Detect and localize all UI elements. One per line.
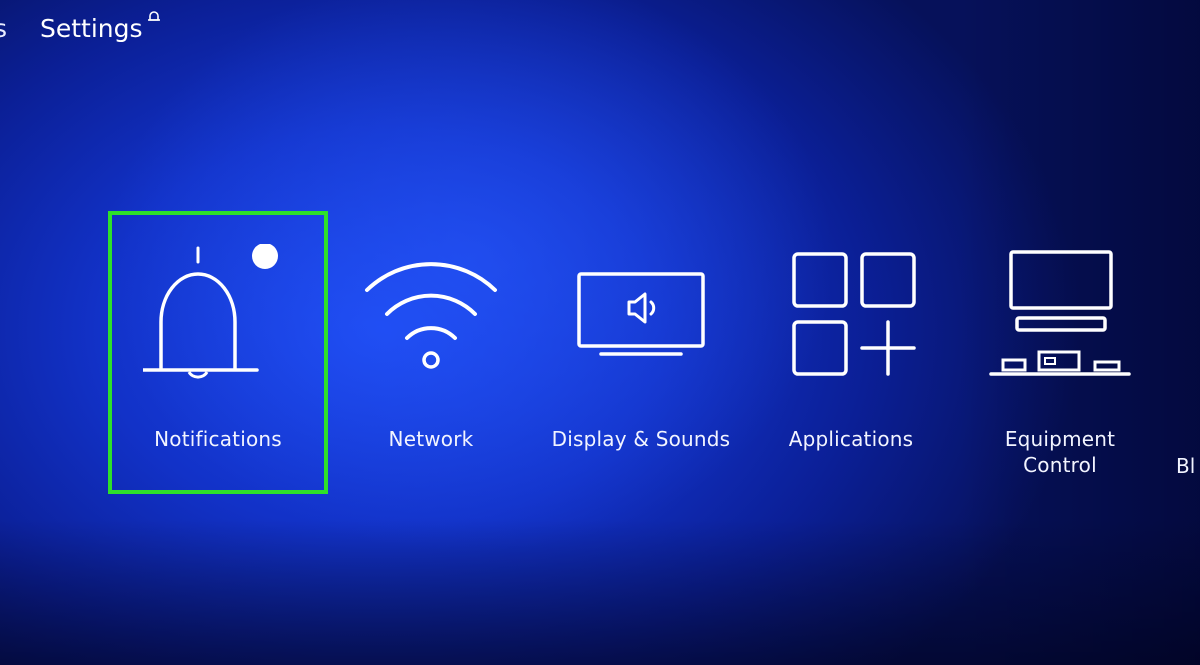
tile-label-display-sounds: Display & Sounds: [551, 427, 731, 451]
notification-indicator-icon: [148, 11, 160, 21]
tile-label-equipment: Equipment: [1004, 427, 1116, 451]
tile-applications[interactable]: Applications: [741, 222, 961, 492]
bell-icon: [143, 244, 278, 379]
tile-label-control: Control: [1023, 453, 1097, 477]
wifi-icon: [365, 262, 497, 369]
display-speaker-icon: [577, 272, 705, 356]
tile-display-sounds[interactable]: Display & Sounds: [531, 222, 751, 492]
tile-label-partial[interactable]: Bl: [1176, 454, 1195, 478]
tile-label-network: Network: [388, 427, 474, 451]
nav-item-settings[interactable]: Settings: [40, 14, 143, 43]
nav-item-previous[interactable]: s: [0, 14, 7, 43]
tile-label-applications: Applications: [788, 427, 914, 451]
tile-equipment-control[interactable]: Equipment Control: [950, 222, 1170, 492]
equipment-control-icon: [989, 250, 1131, 376]
tile-network[interactable]: Network: [321, 222, 541, 492]
apps-grid-icon: [792, 252, 916, 376]
tile-label-notifications: Notifications: [154, 427, 282, 451]
tile-notifications[interactable]: Notifications: [108, 222, 328, 492]
